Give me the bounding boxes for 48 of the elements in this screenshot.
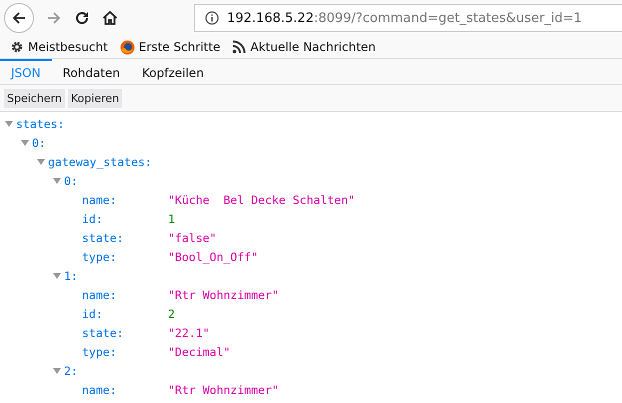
view-tab[interactable]: Kopfzeilen (131, 59, 215, 84)
json-key: 0: (32, 136, 46, 150)
home-icon[interactable] (102, 10, 118, 26)
json-key: state: (68, 230, 168, 244)
json-key: type: (68, 250, 168, 264)
json-key: name: (68, 288, 168, 302)
forward-icon[interactable] (46, 10, 62, 26)
json-key: 2: (64, 364, 78, 378)
view-tab[interactable]: Rohdaten (52, 59, 131, 84)
json-value: "22.1" (168, 326, 210, 340)
json-value: "Rtr Wohnzimmer" (168, 288, 279, 302)
json-value: 2 (168, 306, 175, 320)
json-value: "Decimal" (168, 344, 230, 358)
back-button[interactable] (4, 3, 34, 33)
json-value: 1 (168, 212, 175, 226)
expand-triangle-icon[interactable] (4, 118, 14, 128)
expand-triangle-icon[interactable] (52, 366, 62, 376)
back-arrow-icon (11, 10, 27, 26)
info-icon[interactable] (205, 11, 219, 25)
json-key: 1: (64, 268, 78, 282)
bookmark-link[interactable]: Aktuelle Nachrichten (232, 40, 376, 54)
json-key: name: (68, 192, 168, 206)
reload-icon[interactable] (74, 10, 90, 26)
expand-triangle-icon[interactable] (52, 270, 62, 280)
json-key: gateway_states: (48, 154, 152, 168)
bookmark-link[interactable]: Meistbesucht (10, 40, 108, 54)
address-bar[interactable]: 192.168.5.22:8099/?command=get_states&user_id=1 (194, 4, 622, 32)
bookmark-link[interactable]: Erste Schritte (120, 40, 220, 54)
json-key: name: (68, 382, 168, 396)
json-key: states: (16, 116, 64, 130)
feed-icon (232, 40, 246, 54)
toolbar-button[interactable]: Kopieren (68, 88, 122, 108)
toolbar-button[interactable]: Speichern (4, 88, 65, 108)
url-text: 192.168.5.22:8099/?command=get_states&user_id=1 (227, 10, 582, 26)
json-key: id: (68, 306, 168, 320)
json-key: id: (68, 212, 168, 226)
gear-icon (10, 40, 24, 54)
json-key: state: (68, 326, 168, 340)
json-value: "Rtr Wohnzimmer" (168, 382, 279, 396)
expand-triangle-icon[interactable] (52, 176, 62, 186)
expand-triangle-icon[interactable] (20, 138, 30, 148)
expand-triangle-icon[interactable] (36, 156, 46, 166)
browser-logo-icon (120, 40, 135, 54)
json-value: "Bool_On_Off" (168, 250, 258, 264)
json-key: 0: (64, 174, 78, 188)
json-value: "Küche Bel Decke Schalten" (168, 192, 355, 206)
json-key: type: (68, 344, 168, 358)
json-value: "false" (168, 230, 216, 244)
